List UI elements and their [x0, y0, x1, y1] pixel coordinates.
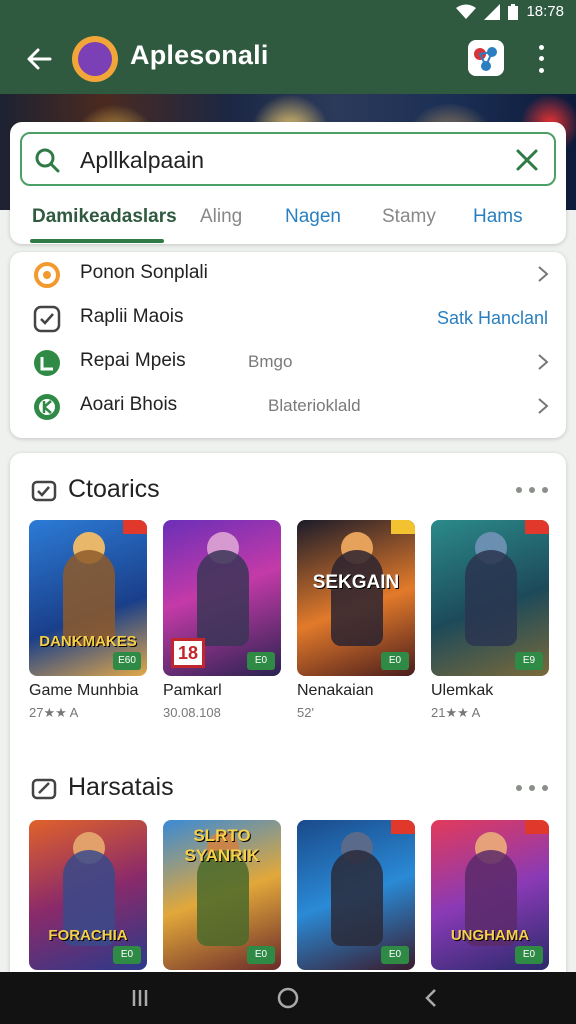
rating-badge: E0 [381, 652, 409, 670]
list-item[interactable]: Repai Mpeis Bmgo [10, 340, 566, 384]
tab-bar: Damikeadaslars Aling Nagen Stamy Hams [10, 198, 566, 244]
search-input[interactable]: Apllkalpaain [20, 132, 556, 186]
section-title: Harsatais [68, 773, 174, 801]
game-tile[interactable]: SEKGAIN E0 [297, 520, 415, 676]
list-item-action-link[interactable]: Satk Hanclanl [437, 308, 548, 329]
signal-icon [484, 3, 501, 20]
game-title: Pamkarl [163, 682, 222, 699]
game-title: Ulemkak [431, 682, 494, 699]
rating-badge: E60 [113, 652, 141, 670]
status-bar: 18:78 [0, 0, 576, 24]
battery-icon [508, 3, 519, 20]
list-item-label: Repai Mpeis [80, 350, 186, 371]
game-rating: 30.08.108 [163, 705, 221, 720]
character-figure [197, 550, 249, 646]
check-circle-icon [34, 350, 60, 376]
app-bar: Aplesonali [0, 24, 576, 94]
rating-badge: E0 [515, 946, 543, 964]
back-arrow-icon[interactable] [22, 42, 56, 76]
rating-badge: E0 [247, 946, 275, 964]
character-figure [465, 550, 517, 646]
clear-icon[interactable] [514, 147, 540, 173]
game-tile[interactable]: FORACHIA E0 [29, 820, 147, 970]
game-tile[interactable]: SLRTO SYANRIK E0 [163, 820, 281, 970]
tab-damikeadaslars[interactable]: Damikeadaslars [32, 206, 177, 228]
game-rating: 52' [297, 705, 314, 720]
section-title: Ctoarics [68, 475, 160, 503]
tab-stamy[interactable]: Stamy [382, 206, 436, 228]
list-item-label: Aoari Bhois [80, 394, 178, 415]
logo-mark-icon [78, 42, 112, 76]
tab-nagen[interactable]: Nagen [285, 206, 341, 228]
chevron-right-icon [538, 398, 549, 414]
list-item-label: Raplii Maois [80, 306, 184, 327]
collections-card: Ctoarics DANKMAKES E60 18 E0 SEKGAIN E0 … [10, 453, 566, 993]
search-card: Apllkalpaain Damikeadaslars Aling Nagen … [10, 122, 566, 244]
corner-tag [123, 520, 147, 534]
corner-tag [391, 520, 415, 534]
rating-badge: E9 [515, 652, 543, 670]
tile-art-title: SEKGAIN [312, 572, 400, 593]
search-icon [35, 148, 60, 173]
wifi-icon [456, 4, 477, 19]
game-tile[interactable]: 18 E0 [163, 520, 281, 676]
app-title: Aplesonali [130, 40, 269, 70]
tile-art-title: UNGHAMA [450, 927, 530, 944]
options-list: Ponon Sonplali Raplii Maois Satk Hanclan… [10, 252, 566, 438]
corner-tag [525, 520, 549, 534]
list-item-label: Ponon Sonplali [80, 262, 208, 283]
back-icon[interactable] [420, 986, 444, 1010]
tab-aling[interactable]: Aling [200, 206, 242, 228]
active-tab-indicator [30, 239, 164, 243]
list-item[interactable]: Aoari Bhois Blaterioklald [10, 384, 566, 428]
rating-badge: E0 [113, 946, 141, 964]
app-logo [72, 36, 118, 82]
game-rating: 27★★ A [29, 705, 79, 720]
game-rating: 21★★ A [431, 705, 481, 720]
game-tile[interactable]: DANKMAKES E60 [29, 520, 147, 676]
list-item-value: Blaterioklald [268, 396, 361, 415]
character-figure [331, 550, 383, 646]
status-icons: 18:78 [456, 3, 564, 20]
rating-badge: E0 [381, 946, 409, 964]
checklist-icon [31, 480, 57, 502]
refresh-icon [34, 262, 60, 288]
k-circle-icon [34, 394, 60, 420]
tile-art-title: SLRTO SYANRIK [184, 826, 260, 865]
list-item[interactable]: Ponon Sonplali [10, 252, 566, 296]
corner-tag [525, 820, 549, 834]
home-icon[interactable] [276, 986, 300, 1010]
checkbox-icon [33, 305, 61, 333]
list-item-value: Bmgo [248, 352, 293, 371]
section-header: Harsatais [10, 769, 566, 809]
overflow-menu-icon[interactable] [528, 42, 554, 76]
recents-icon[interactable] [130, 986, 154, 1010]
section-more-icon[interactable] [516, 785, 548, 793]
character-figure [331, 850, 383, 946]
list-item[interactable]: Raplii Maois Satk Hanclanl [10, 296, 566, 340]
game-tile[interactable]: E9 [431, 520, 549, 676]
edit-icon [31, 778, 57, 800]
section-header: Ctoarics [10, 471, 566, 511]
section-more-icon[interactable] [516, 487, 548, 495]
age-rating-badge: 18 [171, 638, 205, 668]
tab-hams[interactable]: Hams [473, 206, 523, 228]
tile-art-title: FORACHIA [48, 927, 128, 944]
game-tile[interactable]: UNGHAMA E0 [431, 820, 549, 970]
character-figure [63, 550, 115, 646]
chevron-right-icon [538, 266, 549, 282]
search-value: Apllkalpaain [80, 147, 205, 173]
status-time: 18:78 [526, 3, 564, 20]
corner-tag [391, 820, 415, 834]
tile-art-title: DANKMAKES [39, 633, 137, 650]
game-title: Game Munhbia [29, 682, 139, 699]
share-icon[interactable] [468, 40, 504, 76]
game-tile[interactable]: E0 [297, 820, 415, 970]
system-nav-bar [0, 972, 576, 1024]
chevron-right-icon [538, 354, 549, 370]
game-title: Nenakaian [297, 682, 374, 699]
rating-badge: E0 [247, 652, 275, 670]
